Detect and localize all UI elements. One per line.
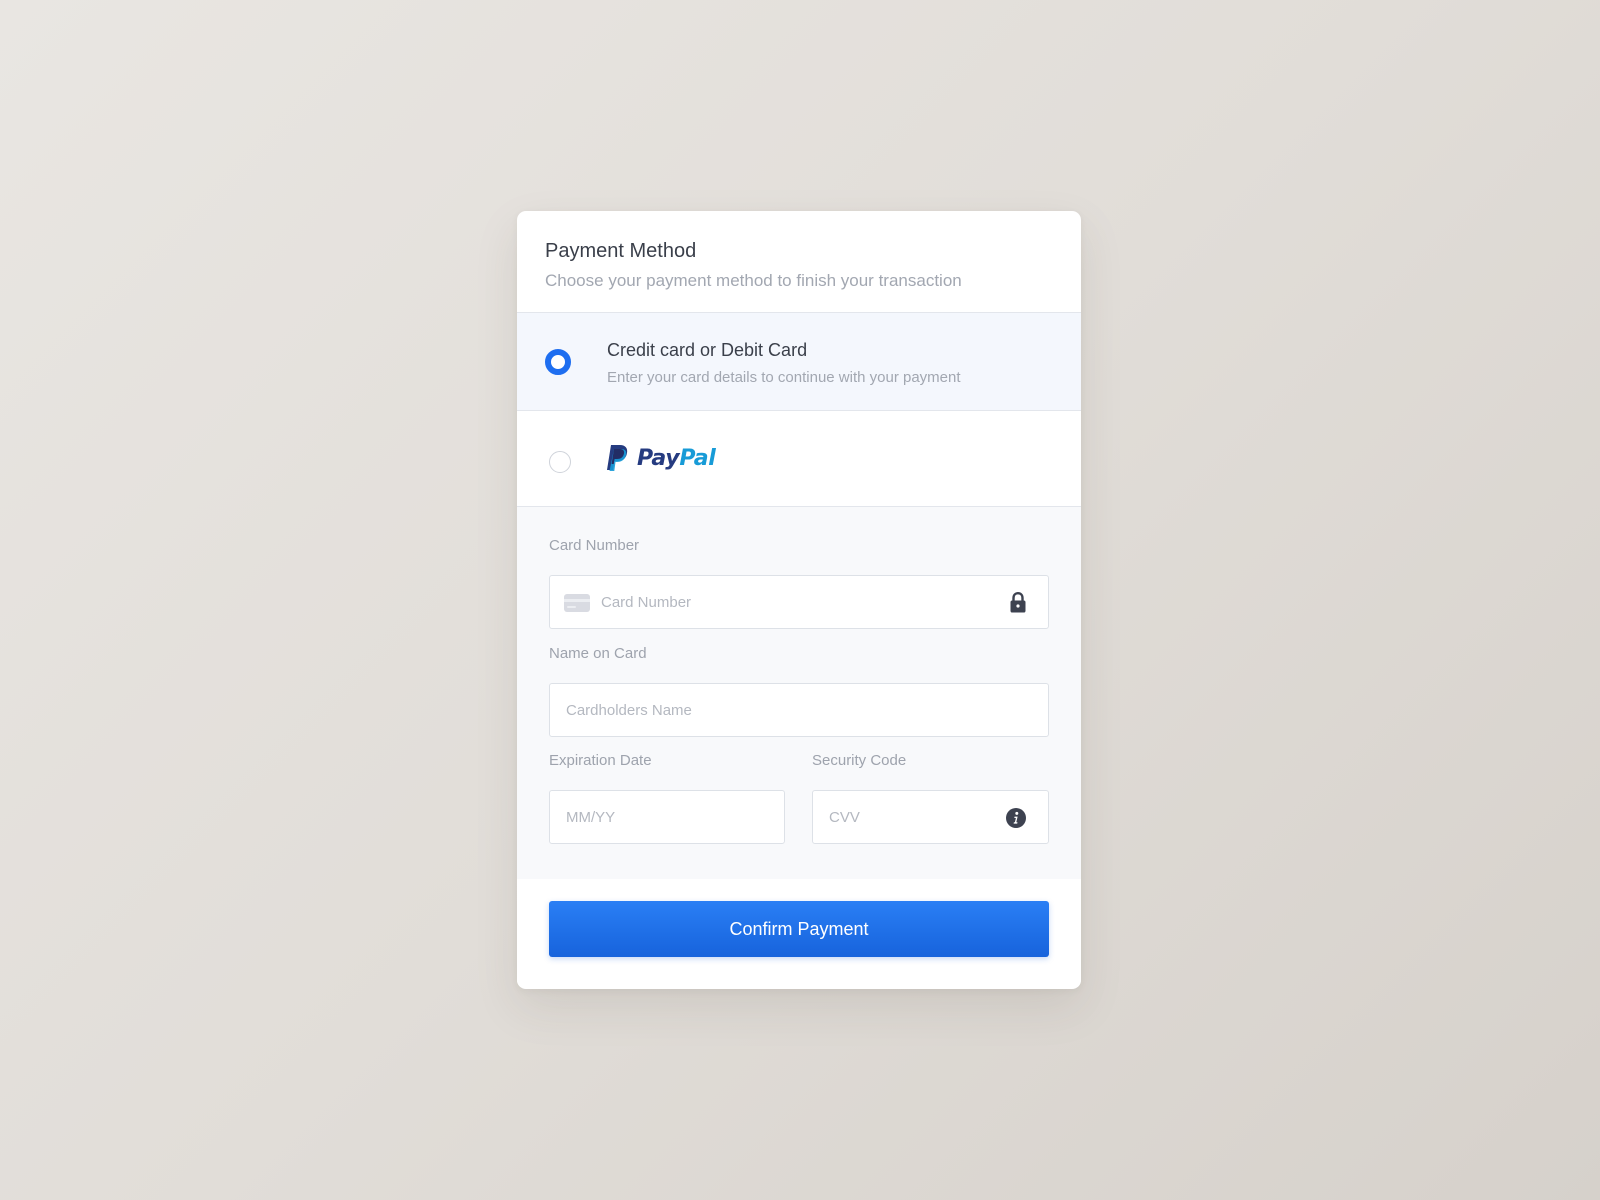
paypal-logo: PayPal (605, 443, 716, 473)
card-number-input[interactable] (550, 576, 1048, 628)
payment-option-card[interactable]: Credit card or Debit Card Enter your car… (517, 313, 1081, 411)
paypal-icon (607, 445, 628, 471)
security-code-field[interactable] (812, 790, 1049, 844)
payment-header: Payment Method Choose your payment metho… (517, 211, 1081, 313)
card-option-title: Credit card or Debit Card (607, 340, 808, 360)
card-number-label: Card Number (549, 537, 640, 554)
cardholder-name-input[interactable] (550, 684, 1048, 736)
card-option-radio[interactable] (545, 349, 571, 375)
info-icon[interactable] (1006, 808, 1026, 833)
card-details-form: Card Number Name on Card E (517, 507, 1081, 879)
payment-footer: Confirm Payment (517, 879, 1081, 987)
card-option-description: Enter your card details to continue with… (607, 369, 961, 386)
paypal-option-radio[interactable] (549, 451, 571, 473)
expiration-date-input[interactable] (550, 791, 784, 843)
page-subtitle: Choose your payment method to finish you… (545, 271, 962, 290)
payment-card: Payment Method Choose your payment metho… (517, 211, 1081, 989)
expiration-date-field[interactable] (549, 790, 785, 844)
lock-icon (1010, 591, 1026, 618)
name-on-card-label: Name on Card (549, 645, 647, 662)
security-code-label: Security Code (812, 752, 907, 769)
paypal-wordmark: PayPal (637, 445, 716, 471)
page-title: Payment Method (545, 240, 697, 262)
card-number-field[interactable] (549, 575, 1049, 629)
confirm-payment-button[interactable]: Confirm Payment (549, 901, 1049, 957)
expiration-date-label: Expiration Date (549, 752, 652, 769)
name-on-card-field[interactable] (549, 683, 1049, 737)
payment-option-paypal[interactable]: PayPal (517, 411, 1081, 507)
